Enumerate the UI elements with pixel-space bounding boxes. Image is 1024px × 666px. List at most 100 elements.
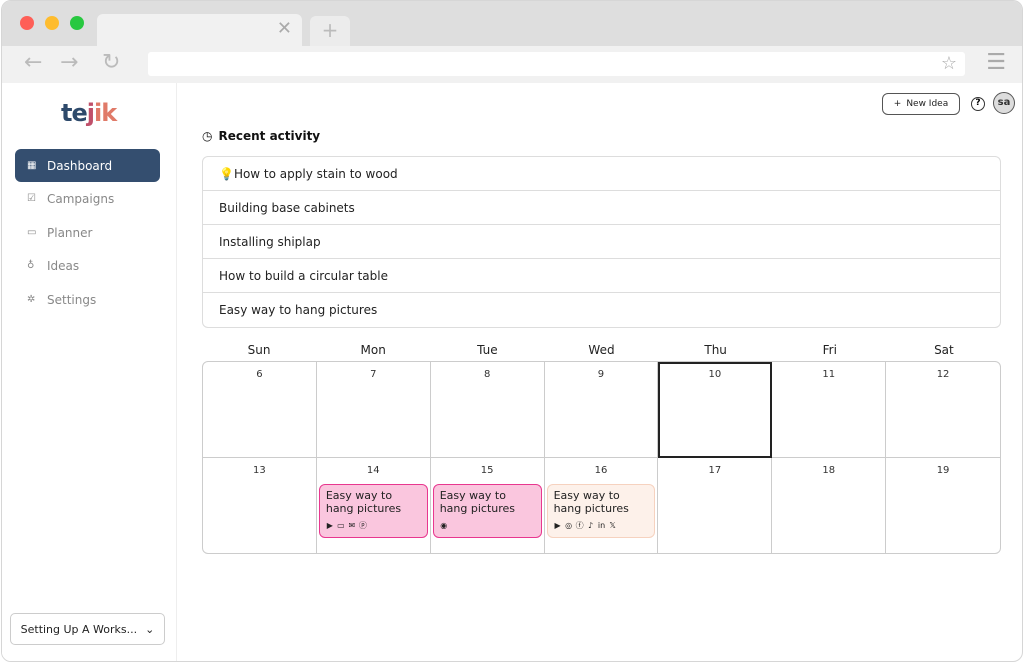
calendar-grid: 6 7 8 9 10 11 12 13 14 Easy way to hang pictures ▶… <box>202 361 1001 554</box>
pinterest-icon: ⓟ <box>358 520 367 530</box>
day-number: 16 <box>594 464 608 476</box>
event-title: Easy way to hang pictures <box>553 488 629 515</box>
calendar-day-cell[interactable]: 17 <box>658 457 773 553</box>
sidebar-item-label: Settings <box>47 292 97 307</box>
weekday-label: Sat <box>934 343 954 357</box>
calendar-day-cell[interactable]: 14 Easy way to hang pictures ▶ ▭ ✉ ⓟ <box>317 457 431 553</box>
logo: tejik <box>61 99 117 127</box>
recent-activity-list: 💡How to apply stain to wood Building bas… <box>202 156 1001 328</box>
browser-menu-icon[interactable]: ☰ <box>986 52 1006 74</box>
sidebar-item-dashboard[interactable]: ▦ Dashboard <box>15 149 160 182</box>
list-item[interactable]: Installing shiplap <box>203 225 1000 259</box>
back-icon[interactable]: ← <box>24 50 42 75</box>
list-item[interactable]: Building base cabinets <box>203 191 1000 225</box>
list-item[interactable]: 💡How to apply stain to wood <box>203 157 1000 191</box>
calendar-day-cell[interactable]: 18 <box>772 457 887 553</box>
weekday-label: Thu <box>704 343 727 357</box>
sidebar-item-label: Planner <box>47 225 93 240</box>
reload-icon[interactable]: ↻ <box>102 50 120 75</box>
chevron-down-icon: ⌄ <box>145 622 155 636</box>
tab-bar: ✕ + <box>2 1 1022 46</box>
weekday-label: Sun <box>247 343 271 357</box>
calendar-day-cell[interactable]: 19 <box>886 458 1000 554</box>
maximize-window-button[interactable] <box>70 16 84 30</box>
bookmark-star-icon[interactable]: ☆ <box>941 53 957 74</box>
sidebar-item-planner[interactable]: ▭ Planner <box>15 216 160 249</box>
day-number: 17 <box>708 464 722 476</box>
x-icon: 𝕏 <box>609 520 616 530</box>
sidebar-item-ideas[interactable]: ♁ Ideas <box>15 249 160 282</box>
instagram-icon: ◎ <box>565 520 573 530</box>
clock-icon: ◷ <box>202 129 213 143</box>
day-number: 15 <box>480 464 494 476</box>
browser-window: ✕ + ← → ↻ ☆ ☰ tejik ▦ Dashboard ☑ Campaign… <box>1 0 1023 662</box>
day-number: 18 <box>822 464 836 476</box>
weekday-label: Fri <box>822 343 837 357</box>
day-number: 12 <box>936 369 950 380</box>
day-number: 13 <box>253 464 266 476</box>
dashboard-icon: ▦ <box>27 160 37 171</box>
lightbulb-icon: ♁ <box>27 260 35 271</box>
plus-icon: + <box>893 99 902 109</box>
new-idea-label: New Idea <box>906 99 949 109</box>
day-number: 7 <box>370 369 377 380</box>
sidebar-item-label: Dashboard <box>47 158 113 173</box>
recent-activity-title: Recent activity <box>218 129 321 143</box>
browser-tab[interactable]: ✕ <box>97 14 302 46</box>
nav-bar: ← → ↻ ☆ ☰ <box>2 46 1022 83</box>
day-number: 8 <box>483 369 491 380</box>
calendar-day-cell[interactable]: 8 <box>430 362 545 458</box>
laptop-icon: ▭ <box>337 520 345 530</box>
help-icon[interactable]: ? <box>971 97 985 111</box>
list-item[interactable]: Easy way to hang pictures <box>203 293 1000 327</box>
workspace-selector[interactable]: Setting Up A Works... ⌄ <box>10 613 165 645</box>
linkedin-icon: in <box>597 520 606 530</box>
calendar-event[interactable]: Easy way to hang pictures ▶ ▭ ✉ ⓟ <box>318 483 428 538</box>
workspace-name: Setting Up A Works... <box>20 622 138 636</box>
forward-icon[interactable]: → <box>60 50 78 75</box>
sidebar-item-label: Campaigns <box>47 191 115 206</box>
facebook-icon: ⓕ <box>575 520 584 530</box>
list-item[interactable]: How to build a circular table <box>203 259 1000 293</box>
sidebar: tejik ▦ Dashboard ☑ Campaigns ▭ Planner ♁ Id… <box>2 83 177 661</box>
event-title: Easy way to hang pictures <box>325 488 402 515</box>
new-idea-button[interactable]: + New Idea <box>882 93 960 115</box>
calendar-day-cell[interactable]: 11 <box>772 362 887 458</box>
gear-icon: ✲ <box>27 294 36 305</box>
weekday-label: Wed <box>588 343 615 357</box>
calendar-event[interactable]: Easy way to hang pictures ◉ <box>432 483 542 538</box>
event-title: Easy way to hang pictures <box>439 488 516 515</box>
avatar[interactable]: sa <box>993 92 1015 114</box>
calendar-day-cell[interactable]: 16 Easy way to hang pictures ▶ ◎ ⓕ ♪ in 𝕏 <box>545 457 659 553</box>
calendar-day-cell[interactable]: 10 <box>658 362 773 458</box>
calendar-day-cell[interactable]: 12 <box>886 362 1000 458</box>
day-number: 14 <box>366 464 380 476</box>
campaigns-icon: ☑ <box>27 193 36 204</box>
close-window-button[interactable] <box>20 16 34 30</box>
calendar-icon: ▭ <box>27 227 37 238</box>
calendar-day-cell[interactable]: 6 <box>203 362 317 458</box>
address-bar[interactable]: ☆ <box>148 52 965 76</box>
new-tab-button[interactable]: + <box>310 16 350 46</box>
weekday-label: Tue <box>477 343 498 357</box>
sidebar-item-label: Ideas <box>47 258 80 273</box>
calendar-day-cell[interactable]: 15 Easy way to hang pictures ◉ <box>431 457 545 553</box>
recent-activity-heading: ◷ Recent activity <box>202 129 320 143</box>
close-tab-icon[interactable]: ✕ <box>277 18 292 39</box>
minimize-window-button[interactable] <box>45 16 59 30</box>
day-number: 6 <box>256 369 263 380</box>
tiktok-icon: ♪ <box>588 520 594 530</box>
day-number: 19 <box>936 464 950 476</box>
weekday-label: Mon <box>360 343 386 357</box>
day-number: 10 <box>708 369 722 380</box>
calendar-day-cell[interactable]: 13 <box>203 457 317 553</box>
youtube-icon: ▶ <box>554 520 561 530</box>
calendar-weekday-header: Sun Mon Tue Wed Thu Fri Sat <box>202 343 1001 357</box>
calendar-day-cell[interactable]: 9 <box>544 362 659 458</box>
calendar-day-cell[interactable]: 7 <box>316 362 431 458</box>
sidebar-item-settings[interactable]: ✲ Settings <box>15 283 160 316</box>
youtube-icon: ▶ <box>326 520 333 530</box>
sidebar-item-campaigns[interactable]: ☑ Campaigns <box>15 182 160 215</box>
calendar-event[interactable]: Easy way to hang pictures ▶ ◎ ⓕ ♪ in 𝕏 <box>546 483 656 538</box>
day-number: 11 <box>822 369 836 380</box>
